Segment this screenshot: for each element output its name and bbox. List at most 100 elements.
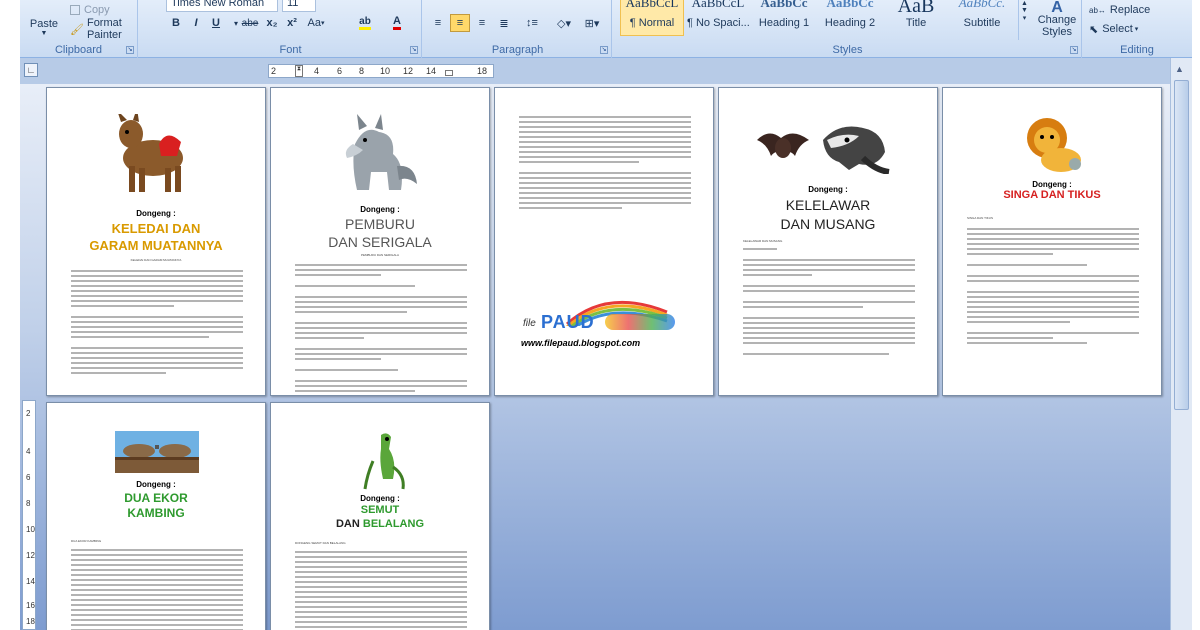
style-no-spacing[interactable]: AaBbCcL ¶ No Spaci... — [686, 0, 750, 36]
align-left-icon[interactable]: ≡ — [428, 14, 448, 32]
ruler-tick: 8 — [26, 499, 31, 508]
font-color-button[interactable]: A — [384, 14, 410, 32]
styles-gallery-scroll[interactable]: ▲ ▼ ▾ — [1018, 0, 1030, 40]
paste-label: Paste — [29, 17, 59, 30]
font-launcher-icon[interactable]: ↘ — [410, 46, 418, 54]
document-page[interactable]: Dongeng : PEMBURU DAN SERIGALA PEMBURU D… — [270, 87, 490, 396]
document-page[interactable]: Dongeng : KELEDAI DAN GARAM MUATANNYA KE… — [46, 87, 266, 396]
story-title-line1: SINGA DAN TIKUS — [1003, 189, 1101, 201]
styles-launcher-icon[interactable]: ↘ — [1070, 46, 1078, 54]
style-preview: AaBbCcL — [691, 0, 745, 10]
paste-button[interactable]: Paste ▼ — [24, 0, 64, 40]
justify-icon[interactable]: ≣ — [494, 14, 514, 32]
borders-icon[interactable]: ⊞▾ — [580, 14, 604, 32]
document-page[interactable]: Dongeng : DUA EKOR KAMBING DUA EKOR KAMB… — [46, 402, 266, 630]
story-title-line1: SEMUT — [360, 504, 400, 516]
story-title-line1: PEMBURU — [344, 216, 415, 232]
story-title-line1: KELELAWAR — [785, 197, 871, 213]
change-case-label: Aa — [307, 17, 321, 29]
replace-label: Replace — [1109, 4, 1151, 16]
line-spacing-icon[interactable]: ↕≡ — [520, 14, 544, 32]
clipboard-group: Paste ▼ Copy 🖌 Format Painter Clipboard … — [20, 0, 138, 58]
paragraph-group-label: Paragraph — [491, 44, 544, 56]
tab-selector[interactable]: ∟ — [24, 63, 38, 77]
ruler-tick: 18 — [26, 617, 35, 626]
select-button[interactable]: ⬉ Select ▾ — [1086, 21, 1141, 37]
indent-marker-icon[interactable]: ⧗ — [295, 65, 303, 77]
civet-illustration — [823, 126, 890, 174]
font-name-box[interactable]: Times New Roman — [166, 0, 278, 12]
copy-button[interactable]: Copy — [66, 2, 114, 18]
font-size-box[interactable]: 11 — [282, 0, 316, 12]
body-text — [71, 270, 243, 377]
story-title-line2: GARAM MUATANNYA — [89, 238, 223, 253]
change-case-button[interactable]: Aa ▾ — [304, 14, 328, 32]
style-name: ¶ No Spaci... — [687, 17, 750, 29]
vertical-scrollbar[interactable]: ▲ — [1170, 58, 1192, 630]
style-heading-2[interactable]: AaBbCc Heading 2 — [818, 0, 882, 36]
format-painter-button[interactable]: 🖌 Format Painter — [66, 17, 137, 41]
editing-group: ab↔ Replace ⬉ Select ▾ Editing — [1082, 0, 1192, 58]
grasshopper-illustration — [363, 433, 405, 490]
horizontal-ruler[interactable]: 2 ⧗ 4 6 8 10 12 14 18 — [268, 64, 494, 78]
highlight-button[interactable]: ab — [352, 14, 378, 32]
superscript-button[interactable]: x² — [282, 14, 302, 32]
document-page[interactable]: Dongeng : KELELAWAR DAN MUSANG KELELAWAR… — [718, 87, 938, 396]
wolf-illustration — [345, 114, 417, 190]
ruler-tick: 2 — [271, 66, 277, 76]
story-title-line2: BELALANG — [362, 518, 424, 530]
scrollbar-thumb[interactable] — [1174, 80, 1189, 410]
replace-button[interactable]: ab↔ Replace — [1086, 2, 1153, 18]
align-center-icon[interactable]: ≡ — [450, 14, 470, 32]
ribbon: Paste ▼ Copy 🖌 Format Painter Clipboard … — [20, 0, 1192, 58]
paragraph-group: ≡ ≡ ≡ ≣ ↕≡ ◇▾ ⊞▾ Paragraph ↘ — [424, 0, 612, 58]
paragraph-launcher-icon[interactable]: ↘ — [600, 46, 608, 54]
subscript-button[interactable]: x₂ — [262, 14, 282, 32]
font-group-label: Font — [279, 44, 302, 56]
bold-button[interactable]: B — [166, 14, 186, 32]
editing-group-label: Editing — [1120, 44, 1154, 56]
story-title-line2: KAMBING — [127, 506, 185, 520]
ruler-tick: 6 — [337, 66, 343, 76]
right-indent-marker-icon[interactable] — [445, 70, 453, 76]
story-subtitle: DONGENG SEMUT DAN BELALANG — [295, 541, 346, 545]
style-name: Subtitle — [963, 17, 1001, 29]
style-preview: AaB — [897, 0, 935, 17]
logo-text: PAUD — [541, 312, 595, 332]
style-preview: AaBbCc — [760, 0, 808, 10]
style-subtitle[interactable]: AaBbCc. Subtitle — [950, 0, 1014, 36]
style-normal[interactable]: AaBbCcL ¶ Normal — [620, 0, 684, 36]
shading-icon[interactable]: ◇▾ — [552, 14, 576, 32]
style-preview: AaBbCc — [826, 0, 874, 10]
ruler-tick: 14 — [26, 577, 35, 586]
story-prefix: Dongeng : — [136, 480, 176, 489]
style-title[interactable]: AaB Title — [884, 0, 948, 36]
italic-button[interactable]: I — [186, 14, 206, 32]
change-styles-icon: A — [1051, 0, 1063, 16]
document-page[interactable]: Dongeng : SINGA DAN TIKUS SINGA DAN TIKU… — [942, 87, 1162, 396]
style-heading-1[interactable]: AaBbCc Heading 1 — [752, 0, 816, 36]
ruler-tick: 12 — [26, 551, 35, 560]
vertical-ruler[interactable]: 2 4 6 8 10 12 14 16 18 — [22, 400, 36, 630]
underline-button[interactable]: U — [206, 14, 226, 32]
copy-label: Copy — [84, 4, 110, 16]
scroll-up-icon[interactable]: ▲ — [1175, 64, 1184, 74]
story-subtitle: KELEDAI DAN GARAM MUATANNYA — [130, 258, 182, 262]
strikethrough-button[interactable]: abe — [240, 14, 260, 32]
copy-icon — [70, 5, 80, 15]
document-page[interactable]: Dongeng : SEMUT DAN BELALANG DONGENG SEM… — [270, 402, 490, 630]
ruler-tick: 10 — [26, 525, 35, 534]
ruler-tick: 18 — [477, 66, 488, 76]
align-right-icon[interactable]: ≡ — [472, 14, 492, 32]
window-right-margin — [1192, 0, 1200, 630]
story-prefix: Dongeng : — [808, 185, 848, 194]
change-styles-button[interactable]: A Change Styles — [1034, 0, 1080, 40]
change-styles-label: Change Styles — [1037, 14, 1077, 38]
body-text — [967, 228, 1139, 347]
font-group: Times New Roman 11 B I U ▾ abe x₂ x² Aa ▾… — [160, 0, 422, 58]
styles-group-label: Styles — [832, 44, 863, 56]
story-title-join: DAN — [335, 518, 360, 530]
body-text — [295, 264, 467, 395]
document-page[interactable]: file PAUD www.filepaud.blogspot.com — [494, 87, 714, 396]
clipboard-launcher-icon[interactable]: ↘ — [126, 46, 134, 54]
